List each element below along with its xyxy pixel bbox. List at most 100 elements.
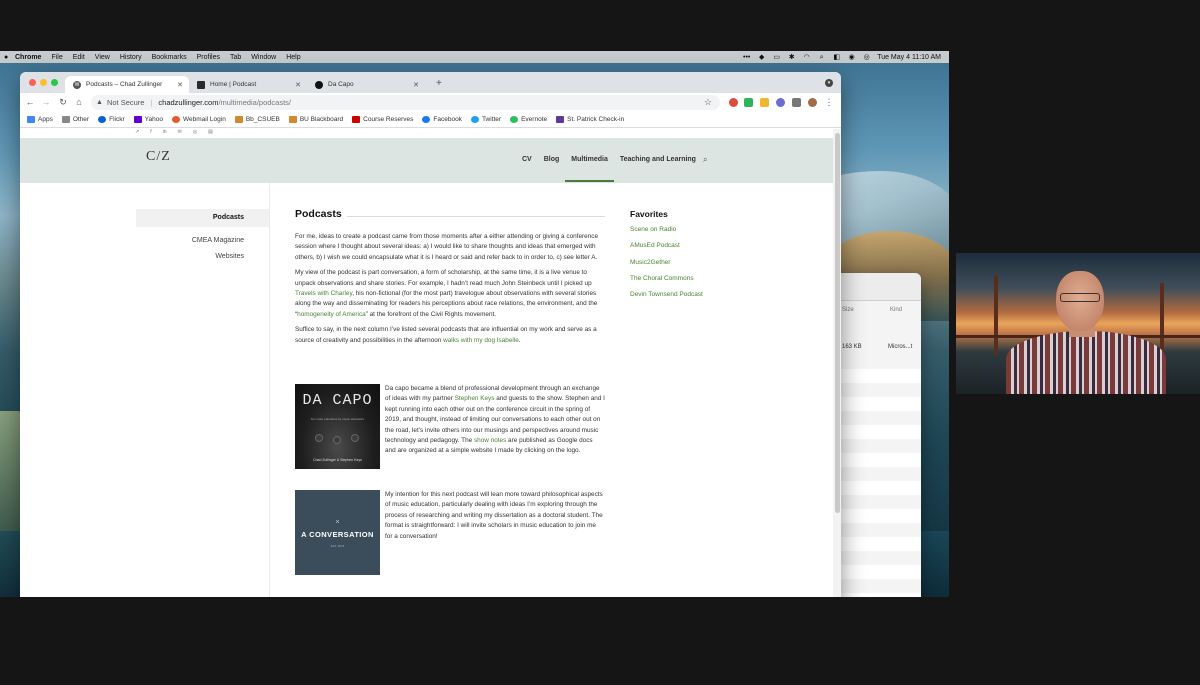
- nav-teaching-learning[interactable]: Teaching and Learning: [620, 156, 696, 163]
- webcam-video-tile[interactable]: [956, 253, 1200, 394]
- dropbox-icon[interactable]: ◆: [757, 54, 766, 61]
- close-tab-icon[interactable]: ✕: [177, 81, 183, 89]
- fav-devin-townsend[interactable]: Devin Townsend Podcast: [630, 290, 750, 306]
- fav-scene-on-radio[interactable]: Scene on Radio: [630, 225, 750, 241]
- link-walks-isabelle[interactable]: walks with my dog Isabelle: [443, 337, 519, 344]
- section-subnav: Podcasts CMEA Magazine Websites: [136, 209, 269, 265]
- wifi-icon[interactable]: ◠: [802, 54, 811, 61]
- pinterest-share-icon[interactable]: ◎: [193, 129, 197, 137]
- link-stephen-keys[interactable]: Stephen Keys: [455, 395, 495, 402]
- main-content: Podcasts For me, ideas to create a podca…: [295, 209, 605, 575]
- apple-icon[interactable]: ●: [4, 54, 12, 61]
- menu-window[interactable]: Window: [251, 54, 276, 61]
- fav-amused-podcast[interactable]: AMusEd Podcast: [630, 241, 750, 257]
- home-icon[interactable]: ⌂: [74, 97, 84, 107]
- link-travels-with-charley[interactable]: Travels with Charley: [295, 290, 352, 297]
- bookmark-yahoo[interactable]: Yahoo: [133, 116, 163, 123]
- bookmark-facebook[interactable]: Facebook: [422, 116, 462, 123]
- subnav-websites[interactable]: Websites: [136, 249, 269, 265]
- text: My view of the podcast is part conversat…: [295, 269, 592, 287]
- page-scrollbar[interactable]: [833, 129, 841, 597]
- finder-col-size[interactable]: Size: [842, 307, 854, 313]
- subnav-podcasts[interactable]: Podcasts: [136, 209, 269, 227]
- menu-view[interactable]: View: [95, 54, 110, 61]
- tab-home-podcast[interactable]: Home | Podcast ✕: [189, 76, 307, 93]
- flickr-icon: [98, 116, 107, 123]
- site-logo[interactable]: C/Z: [146, 149, 171, 165]
- share-icon[interactable]: ↗: [135, 129, 139, 137]
- menu-app-name[interactable]: Chrome: [15, 54, 41, 61]
- close-window-button[interactable]: [29, 79, 36, 86]
- facebook-icon: [422, 116, 431, 123]
- menu-edit[interactable]: Edit: [73, 54, 85, 61]
- menu-history[interactable]: History: [120, 54, 142, 61]
- page-scrollbar-thumb[interactable]: [835, 133, 840, 513]
- fav-music2gether[interactable]: Music2Gether: [630, 258, 750, 274]
- bookmark-twitter[interactable]: Twitter: [470, 116, 501, 123]
- print-icon[interactable]: ▤: [208, 129, 213, 137]
- zoom-window-button[interactable]: [51, 79, 58, 86]
- bookmark-bb-csueb[interactable]: Bb_CSUEB: [234, 116, 280, 123]
- bookmark-st-patrick[interactable]: St. Patrick Check-in: [556, 116, 624, 123]
- chrome-menu-icon[interactable]: ⋮: [824, 97, 834, 108]
- bookmark-star-icon[interactable]: ☆: [704, 97, 712, 108]
- linkedin-share-icon[interactable]: in: [163, 129, 167, 137]
- close-tab-icon[interactable]: ✕: [413, 81, 419, 89]
- minimize-window-button[interactable]: [40, 79, 47, 86]
- extension-grammarly-icon[interactable]: [744, 98, 753, 107]
- fav-choral-commons[interactable]: The Choral Commons: [630, 274, 750, 290]
- tab-title: Da Capo: [328, 81, 354, 88]
- battery-icon[interactable]: ▭: [772, 54, 781, 61]
- address-bar[interactable]: ▲ Not Secure | chadzullinger.com /multim…: [91, 95, 720, 110]
- link-show-notes[interactable]: show notes: [474, 437, 506, 444]
- bookmark-bu-blackboard[interactable]: BU Blackboard: [288, 116, 343, 123]
- warning-icon[interactable]: ▲: [96, 99, 103, 106]
- finder-col-kind[interactable]: Kind: [890, 307, 902, 313]
- user-icon[interactable]: ◉: [847, 54, 856, 61]
- bookmark-apps[interactable]: Apps: [27, 116, 53, 123]
- new-tab-button[interactable]: +: [436, 78, 442, 89]
- profile-avatar[interactable]: [808, 98, 817, 107]
- control-center-icon[interactable]: ◧: [832, 54, 841, 61]
- more-icon[interactable]: •••: [742, 54, 751, 61]
- bookmark-course-reserves[interactable]: Course Reserves: [352, 116, 413, 123]
- extension-adblock-icon[interactable]: [729, 98, 738, 107]
- extensions-puzzle-icon[interactable]: [792, 98, 801, 107]
- bookmark-other[interactable]: Other: [61, 116, 89, 123]
- tab-da-capo[interactable]: Da Capo ✕: [307, 76, 425, 93]
- menu-bookmarks[interactable]: Bookmarks: [152, 54, 187, 61]
- forward-arrow-icon[interactable]: →: [41, 97, 51, 107]
- bookmarks-bar: Apps Other Flickr Yahoo Webmail Login Bb…: [20, 112, 841, 128]
- bookmark-webmail[interactable]: Webmail Login: [171, 116, 226, 123]
- menu-clock[interactable]: Tue May 4 11:10 AM: [877, 54, 941, 61]
- paragraph-suffice: Suffice to say, in the next column I’ve …: [295, 325, 605, 346]
- reload-icon[interactable]: ↻: [58, 97, 68, 108]
- finder-file-row[interactable]: 163 KB Micros...t: [838, 341, 921, 355]
- dacapo-cover-image[interactable]: DA CAPO for music educators by music edu…: [295, 384, 380, 469]
- spotlight-icon[interactable]: ⌕: [817, 54, 826, 61]
- bookmark-evernote[interactable]: Evernote: [510, 116, 547, 123]
- menu-profiles[interactable]: Profiles: [197, 54, 220, 61]
- bookmark-flickr[interactable]: Flickr: [98, 116, 125, 123]
- search-icon[interactable]: ⌕: [703, 155, 707, 165]
- link-homogeneity[interactable]: homogeneity of America: [297, 311, 366, 318]
- facebook-share-icon[interactable]: f: [150, 129, 151, 137]
- subnav-cmea-magazine[interactable]: CMEA Magazine: [136, 233, 269, 249]
- menu-help[interactable]: Help: [286, 54, 300, 61]
- bluetooth-icon[interactable]: ✱: [787, 54, 796, 61]
- nav-cv[interactable]: CV: [522, 156, 532, 163]
- back-arrow-icon[interactable]: ←: [25, 97, 35, 107]
- close-tab-icon[interactable]: ✕: [295, 81, 301, 89]
- menu-file[interactable]: File: [51, 54, 62, 61]
- social-share-strip: ↗ f in ✉ ◎ ▤: [135, 129, 213, 137]
- nav-blog[interactable]: Blog: [544, 156, 560, 163]
- email-share-icon[interactable]: ✉: [178, 129, 182, 137]
- tab-search-icon[interactable]: ▾: [825, 79, 833, 87]
- extension-gear-icon[interactable]: [776, 98, 785, 107]
- nav-multimedia[interactable]: Multimedia: [565, 156, 614, 182]
- siri-icon[interactable]: ◎: [862, 54, 871, 61]
- extension-folder-icon[interactable]: [760, 98, 769, 107]
- menu-tab[interactable]: Tab: [230, 54, 241, 61]
- conversation-cover-image[interactable]: × A CONVERSATION EST. 2021: [295, 490, 380, 575]
- tab-podcasts[interactable]: W Podcasts – Chad Zullinger ✕: [65, 76, 189, 93]
